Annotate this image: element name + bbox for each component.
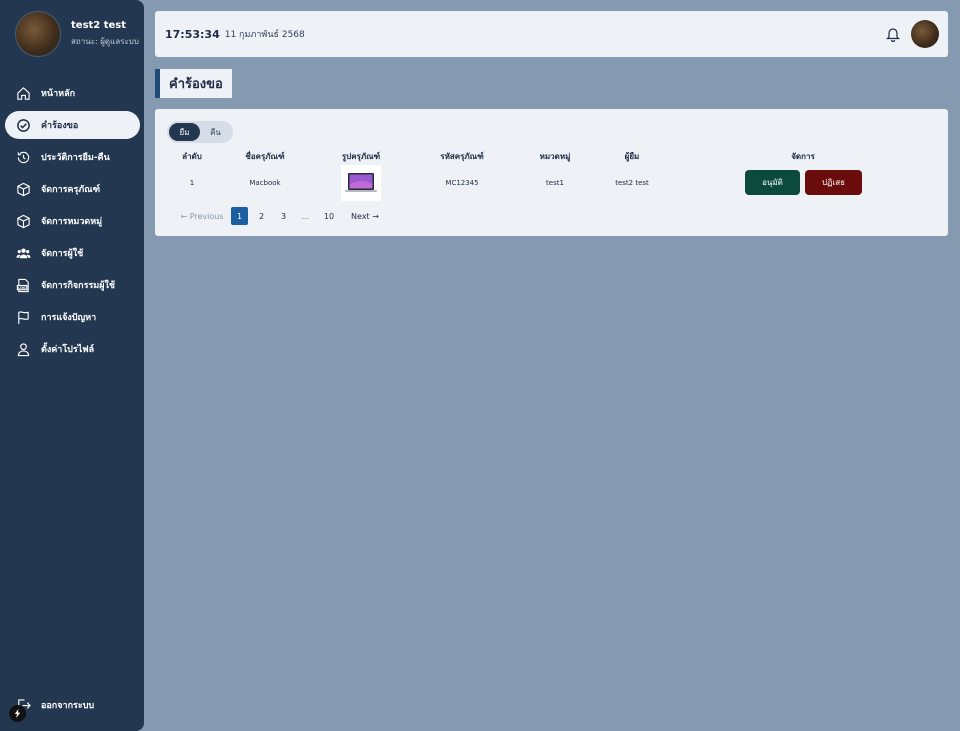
tab-return[interactable]: คืน <box>200 123 231 141</box>
sidebar-nav: หน้าหลัก คำร้องขอ ประวัติการยืม-คืน จัดก… <box>5 79 140 367</box>
clock: 17:53:34 <box>165 27 220 41</box>
avatar[interactable] <box>911 20 939 48</box>
bolt-icon[interactable] <box>9 705 26 722</box>
svg-text:LOG: LOG <box>18 285 26 289</box>
sidebar-item-equipment[interactable]: จัดการครุภัณฑ์ <box>5 175 140 203</box>
sidebar-item-reports[interactable]: การแจ้งปัญหา <box>5 303 140 331</box>
pagination-page[interactable]: 3 <box>275 207 292 225</box>
box-icon <box>15 181 31 197</box>
pagination-page[interactable]: 10 <box>319 207 339 225</box>
user-status: สถานะ: ผู้ดูแลระบบ <box>71 37 139 46</box>
box-icon <box>15 213 31 229</box>
sidebar-item-label: ตั้งค่าโปรไฟล์ <box>41 345 95 355</box>
profile-icon <box>15 341 31 357</box>
sidebar-item-requests[interactable]: คำร้องขอ <box>5 111 140 139</box>
column-header: รหัสครุภัณฑ์ <box>440 152 484 161</box>
sidebar-item-label: จัดการผู้ใช้ <box>41 249 84 259</box>
equipment-name: Macbook <box>249 179 281 187</box>
logout-button[interactable]: ออกจากระบบ <box>15 697 94 713</box>
sidebar: test2 test สถานะ: ผู้ดูแลระบบ หน้าหลัก ค… <box>0 0 144 731</box>
column-header: รูปครุภัณฑ์ <box>341 152 381 161</box>
request-type-toggle: ยืม คืน <box>167 121 233 143</box>
column-header: ลำดับ <box>182 152 202 161</box>
sidebar-item-label: การแจ้งปัญหา <box>41 313 97 323</box>
pagination: ← Previous 1 2 3 ... 10 Next → <box>173 207 383 225</box>
sidebar-item-label: คำร้องขอ <box>41 121 79 131</box>
sidebar-item-users[interactable]: จัดการผู้ใช้ <box>5 239 140 267</box>
column-header: ผู้ยืม <box>624 152 640 161</box>
topbar: 17:53:34 11 กุมภาพันธ์ 2568 <box>155 11 948 57</box>
equipment-category: test1 <box>546 179 564 187</box>
check-circle-icon <box>15 117 31 133</box>
sidebar-item-categories[interactable]: จัดการหมวดหมู่ <box>5 207 140 235</box>
sidebar-item-label: ประวัติการยืม-คืน <box>41 153 110 163</box>
sidebar-item-home[interactable]: หน้าหลัก <box>5 79 140 107</box>
borrower-name: test2 test <box>615 179 649 187</box>
user-profile: test2 test สถานะ: ผู้ดูแลระบบ <box>15 11 139 57</box>
column-header: ชื่อครุภัณฑ์ <box>245 152 285 161</box>
sidebar-item-label: จัดการหมวดหมู่ <box>41 217 103 227</box>
history-icon <box>15 149 31 165</box>
tab-borrow[interactable]: ยืม <box>169 123 200 141</box>
sidebar-item-label: จัดการครุภัณฑ์ <box>41 185 101 195</box>
pagination-previous[interactable]: ← Previous <box>173 207 231 225</box>
date: 11 กุมภาพันธ์ 2568 <box>224 30 305 40</box>
sidebar-item-label: หน้าหลัก <box>41 89 76 99</box>
home-icon <box>15 85 31 101</box>
pagination-ellipsis: ... <box>301 211 310 221</box>
requests-card: ยืม คืน ลำดับ ชื่อครุภัณฑ์ รูปครุภัณฑ์ ร… <box>155 109 948 236</box>
pagination-page[interactable]: 2 <box>253 207 270 225</box>
reject-button[interactable]: ปฏิเสธ <box>805 170 862 195</box>
column-header: หมวดหมู่ <box>539 152 571 161</box>
sidebar-item-history[interactable]: ประวัติการยืม-คืน <box>5 143 140 171</box>
equipment-code: MC12345 <box>445 179 479 187</box>
equipment-image <box>341 165 381 201</box>
logout-label: ออกจากระบบ <box>41 701 95 711</box>
log-icon: LOG <box>15 277 31 293</box>
user-name: test2 test <box>71 20 127 31</box>
sidebar-item-profile[interactable]: ตั้งค่าโปรไฟล์ <box>5 335 140 363</box>
avatar <box>15 11 61 57</box>
sidebar-item-label: จัดการกิจกรรมผู้ใช้ <box>41 281 116 291</box>
page-title: คำร้องขอ <box>155 69 232 98</box>
flag-icon <box>15 309 31 325</box>
sidebar-item-activity[interactable]: LOG จัดการกิจกรรมผู้ใช้ <box>5 271 140 299</box>
row-number: 1 <box>189 179 195 187</box>
column-header: จัดการ <box>791 152 815 161</box>
bell-icon[interactable] <box>886 26 900 43</box>
pagination-next[interactable]: Next → <box>347 207 383 225</box>
approve-button[interactable]: อนุมัติ <box>745 170 800 195</box>
users-icon <box>15 245 31 261</box>
pagination-page[interactable]: 1 <box>231 207 248 225</box>
